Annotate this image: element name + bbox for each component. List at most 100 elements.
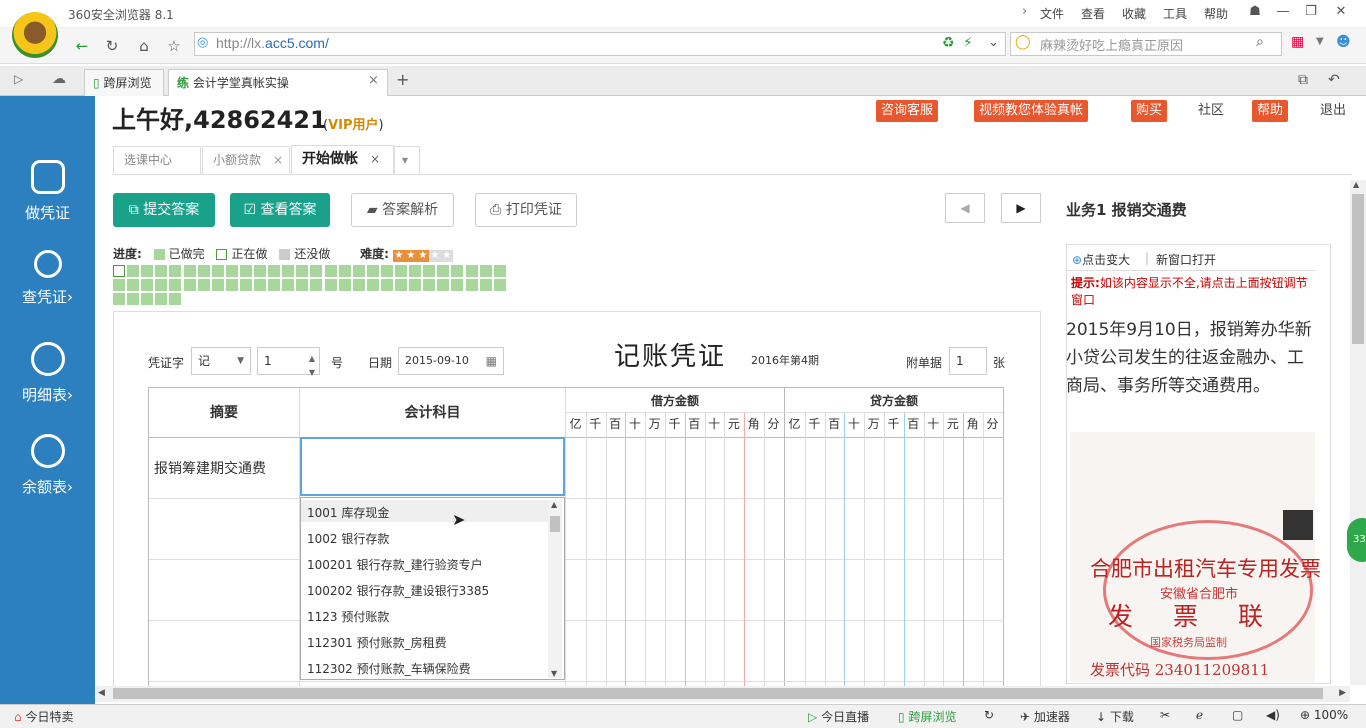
progress-cell-done[interactable]: [113, 279, 125, 291]
floating-badge[interactable]: 33: [1347, 518, 1366, 562]
user-icon[interactable]: ☻: [1336, 34, 1351, 50]
progress-cell-done[interactable]: [155, 279, 168, 291]
list-item[interactable]: 1001 库存现金: [307, 504, 389, 521]
progress-cell-done[interactable]: [395, 265, 407, 277]
minimize-icon[interactable]: —: [1270, 2, 1296, 22]
sidebar-item-make-voucher[interactable]: 做凭证: [0, 160, 95, 250]
progress-cell-done[interactable]: [141, 279, 154, 291]
menu-file[interactable]: 文件: [1040, 5, 1064, 22]
logout-link[interactable]: 退出: [1315, 100, 1351, 122]
progress-cell-done[interactable]: [310, 279, 323, 291]
print-voucher-button[interactable]: ⎙ 打印凭证: [475, 193, 577, 227]
next-task-button[interactable]: ▶: [1001, 193, 1041, 223]
page-vertical-scrollbar[interactable]: ▲: [1350, 180, 1366, 685]
progress-cell-done[interactable]: [437, 265, 450, 277]
download-link[interactable]: ↓ 下载: [1096, 708, 1134, 725]
progress-cell-done[interactable]: [211, 279, 224, 291]
scroll-thumb[interactable]: [1352, 194, 1364, 344]
home-icon[interactable]: ⌂: [132, 34, 156, 58]
scroll-up-icon[interactable]: ▲: [1353, 180, 1359, 189]
submit-answer-button[interactable]: ⧉ 提交答案: [113, 193, 215, 227]
video-demo-link[interactable]: 视频教您体验真帐: [974, 100, 1089, 122]
answer-analysis-button[interactable]: ▰ 答案解析: [351, 193, 454, 227]
cloud-icon[interactable]: ☁: [52, 71, 66, 87]
new-tab-button[interactable]: +: [396, 70, 409, 89]
tab-close-icon[interactable]: ×: [273, 153, 283, 167]
progress-cell-done[interactable]: [239, 279, 252, 291]
progress-cell-done[interactable]: [169, 293, 182, 305]
progress-cell-done[interactable]: [338, 279, 351, 291]
scroll-down-icon[interactable]: ▼: [551, 669, 557, 678]
progress-cell-done[interactable]: [493, 279, 506, 291]
new-window-link[interactable]: 新窗口打开: [1156, 251, 1216, 268]
progress-cell-done[interactable]: [437, 279, 450, 291]
zoom-level[interactable]: ⊕ 100%: [1300, 708, 1348, 722]
voucher-number-stepper[interactable]: 1 ▲ ▼: [257, 347, 320, 377]
skin-icon[interactable]: ☗: [1242, 2, 1268, 22]
progress-cell-done[interactable]: [352, 265, 365, 277]
zoom-link[interactable]: ⊕点击变大: [1072, 251, 1130, 268]
search-icon[interactable]: ⌕: [1256, 34, 1264, 50]
close-window-icon[interactable]: ✕: [1328, 2, 1354, 22]
scroll-left-icon[interactable]: ◀: [98, 688, 105, 698]
progress-cell-done[interactable]: [380, 279, 393, 291]
progress-cell-done[interactable]: [141, 265, 154, 277]
progress-cell-done[interactable]: [465, 265, 478, 277]
sidebar-item-balance[interactable]: 余额表›: [0, 434, 95, 524]
menu-view[interactable]: 查看: [1081, 5, 1105, 22]
scroll-thumb[interactable]: [550, 516, 560, 532]
search-engine-icon[interactable]: ◯: [1015, 34, 1031, 50]
progress-cell-done[interactable]: [338, 265, 351, 277]
tab-microloan[interactable]: 小额贷款 ×: [202, 146, 290, 174]
apps-icon[interactable]: ▦: [1291, 34, 1304, 50]
apps-dropdown-icon[interactable]: ▼: [1316, 36, 1324, 47]
today-deals-link[interactable]: ⌂ 今日特卖: [14, 708, 73, 725]
progress-cell-done[interactable]: [155, 265, 168, 277]
attach-count-input[interactable]: 1: [949, 347, 987, 375]
progress-cell-done[interactable]: [409, 265, 422, 277]
progress-cell-done[interactable]: [366, 265, 379, 277]
progress-cell-done[interactable]: [113, 293, 125, 305]
progress-cell-done[interactable]: [423, 279, 436, 291]
back-icon[interactable]: ←: [70, 34, 94, 58]
list-item[interactable]: 1123 预付账款: [307, 608, 389, 625]
list-item[interactable]: 112301 预付账款_房租费: [307, 634, 447, 651]
progress-cell-done[interactable]: [451, 279, 464, 291]
buy-link[interactable]: 购买: [1131, 100, 1168, 122]
menu-arrow-icon[interactable]: ›: [1022, 4, 1027, 19]
progress-cell-done[interactable]: [268, 265, 281, 277]
progress-cell-done[interactable]: [225, 265, 238, 277]
url-dropdown-icon[interactable]: ⌄: [988, 35, 999, 50]
help-link[interactable]: 帮助: [1252, 100, 1289, 122]
speed-icon[interactable]: ⚡: [963, 35, 973, 51]
progress-cell-done[interactable]: [127, 265, 140, 277]
voucher-word-select[interactable]: 记 ▼: [191, 347, 251, 375]
progress-cell-done[interactable]: [296, 279, 309, 291]
sidebar-item-detail[interactable]: 明细表›: [0, 342, 95, 432]
star-icon[interactable]: ☆: [162, 34, 186, 58]
tab-close-icon[interactable]: ×: [368, 73, 379, 88]
sound-icon[interactable]: ◀): [1266, 708, 1280, 722]
progress-cell-done[interactable]: [141, 293, 154, 305]
progress-cell-done[interactable]: [352, 279, 365, 291]
progress-cell-done[interactable]: [225, 279, 238, 291]
progress-cell-done[interactable]: [268, 279, 281, 291]
progress-cell-current[interactable]: [113, 265, 125, 277]
progress-cell-done[interactable]: [169, 265, 182, 277]
scroll-thumb[interactable]: [113, 688, 1323, 699]
menu-favorites[interactable]: 收藏: [1122, 5, 1146, 22]
progress-cell-done[interactable]: [296, 265, 309, 277]
progress-cell-done[interactable]: [380, 265, 393, 277]
progress-cell-done[interactable]: [366, 279, 379, 291]
stepper-down-icon[interactable]: ▼: [309, 360, 315, 386]
menu-help[interactable]: 帮助: [1204, 5, 1228, 22]
progress-cell-done[interactable]: [282, 265, 295, 277]
progress-cell-done[interactable]: [324, 265, 337, 277]
progress-cell-done[interactable]: [451, 265, 464, 277]
view-answer-button[interactable]: ☑ 查看答案: [230, 193, 330, 227]
progress-cell-done[interactable]: [423, 265, 436, 277]
progress-cell-done[interactable]: [409, 279, 422, 291]
progress-cell-done[interactable]: [465, 279, 478, 291]
date-input[interactable]: 2015-09-10 ▦: [398, 347, 504, 375]
summary-cell[interactable]: 报销筹建期交通费: [154, 458, 266, 478]
